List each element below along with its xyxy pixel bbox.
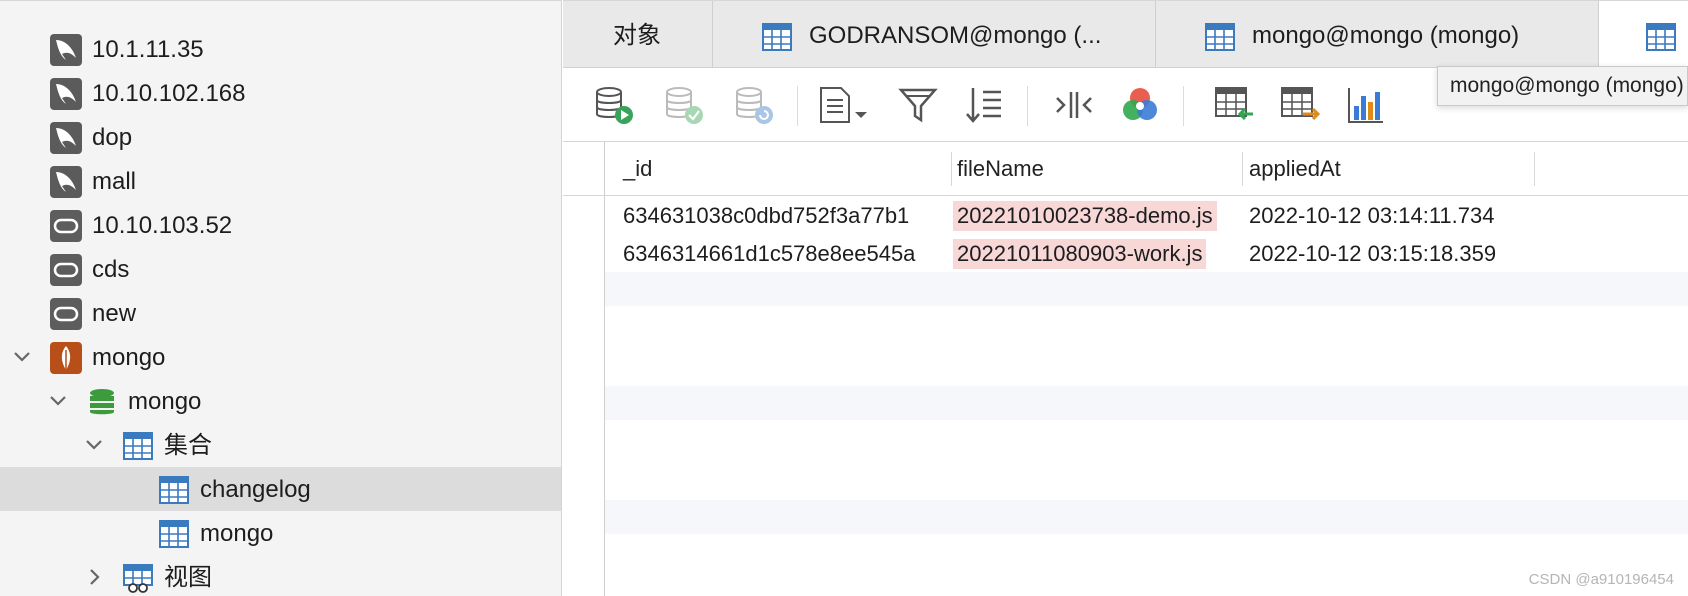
tab-bar: 对象 GODRANSOM@mongo (... mongo@mongo (mon… [563, 0, 1688, 68]
mongodb-icon [50, 342, 82, 374]
mysql-icon [50, 122, 82, 154]
export-table-icon[interactable] [1279, 84, 1321, 126]
table-icon [1205, 23, 1235, 51]
column-header-filename[interactable]: fileName [957, 154, 1044, 184]
column-divider[interactable] [1534, 152, 1535, 186]
tab-tooltip: mongo@mongo (mongo) [1437, 66, 1688, 106]
toolbar-separator [797, 86, 798, 126]
tree-item-connection[interactable]: cds [0, 247, 561, 291]
tree-item-collection-mongo[interactable]: mongo [0, 511, 561, 555]
app-window: 10.1.11.35 10.10.102.168 dop mall 10.10.… [0, 0, 1688, 596]
view-icon [123, 564, 153, 593]
tree-item-connection[interactable]: 10.10.103.52 [0, 203, 561, 247]
data-grid[interactable]: _id fileName appliedAt 634631038c0dbd752… [563, 142, 1688, 596]
tab-label: 对象 [613, 22, 661, 49]
tree-item-label: 10.10.102.168 [92, 80, 246, 107]
tree-item-label: 集合 [164, 432, 212, 459]
mysql-icon [50, 78, 82, 110]
tree-item-label: mall [92, 168, 137, 195]
tree-item-collection-changelog[interactable]: changelog [0, 467, 561, 511]
cell-appliedat[interactable]: 2022-10-12 03:15:18.359 [1249, 239, 1496, 269]
chevron-down-icon[interactable] [82, 433, 106, 457]
row-stripe [563, 500, 1688, 534]
tree-item-label: cds [92, 256, 130, 283]
color-wheel-icon[interactable] [1119, 84, 1161, 126]
toolbar-separator [1027, 86, 1028, 126]
tree-item-label: mongo [92, 344, 166, 371]
oracle-icon [50, 298, 82, 330]
tree-item-connection-mongo[interactable]: mongo [0, 335, 561, 379]
run-query-icon[interactable] [593, 84, 635, 126]
split-view-icon[interactable] [1053, 84, 1095, 126]
row-stripe [563, 386, 1688, 420]
column-header-id[interactable]: _id [623, 154, 652, 184]
cell-filename[interactable]: 20221010023738-demo.js [953, 201, 1217, 231]
tree-item-database[interactable]: mongo [0, 379, 561, 423]
tab-mongo-mongo[interactable]: mongo@mongo (mongo) [1156, 1, 1599, 68]
tab-objects[interactable]: 对象 [563, 1, 713, 68]
import-table-icon[interactable] [1213, 84, 1255, 126]
tab-label: GODRANSOM@mongo (... [809, 22, 1102, 49]
document-menu-icon[interactable] [815, 84, 875, 126]
column-divider[interactable] [1242, 152, 1243, 186]
tree-item-connection[interactable]: 10.1.11.35 [0, 27, 561, 71]
table-icon [159, 476, 189, 504]
connection-tree[interactable]: 10.1.11.35 10.10.102.168 dop mall 10.10.… [0, 0, 562, 596]
tree-item-connection[interactable]: dop [0, 115, 561, 159]
column-header-appliedat[interactable]: appliedAt [1249, 154, 1341, 184]
grid-header: _id fileName appliedAt [563, 142, 1688, 196]
chevron-down-icon[interactable] [46, 389, 70, 413]
tree-item-label: mongo [200, 520, 274, 547]
cell-id[interactable]: 6346314661d1c578e8ee545a [623, 239, 915, 269]
table-icon [1646, 23, 1676, 51]
cell-appliedat[interactable]: 2022-10-12 03:14:11.734 [1249, 201, 1494, 231]
tab-active[interactable] [1599, 1, 1688, 68]
tree-item-label: changelog [200, 476, 311, 503]
row-stripe [563, 272, 1688, 306]
tree-item-connection[interactable]: mall [0, 159, 561, 203]
tree-item-connection[interactable]: new [0, 291, 561, 335]
chart-icon[interactable] [1345, 84, 1387, 126]
cell-filename[interactable]: 20221011080903-work.js [953, 239, 1207, 269]
tree-item-views-folder[interactable]: 视图 [0, 555, 561, 596]
toolbar-separator [1183, 86, 1184, 126]
table-row[interactable]: 6346314661d1c578e8ee545a 20221011080903-… [563, 235, 1688, 273]
tree-item-collections-folder[interactable]: 集合 [0, 423, 561, 467]
filter-icon[interactable] [897, 84, 939, 126]
apply-icon[interactable] [663, 84, 705, 126]
refresh-icon[interactable] [733, 84, 775, 126]
mysql-icon [50, 166, 82, 198]
tree-item-label: 10.10.103.52 [92, 212, 233, 239]
table-icon [159, 520, 189, 548]
oracle-icon [50, 210, 82, 242]
tree-item-label: 视图 [164, 564, 212, 591]
cell-id[interactable]: 634631038c0dbd752f3a77b1 [623, 201, 909, 231]
tree-item-connection[interactable]: 10.10.102.168 [0, 71, 561, 115]
oracle-icon [50, 254, 82, 286]
table-icon [762, 23, 792, 51]
mysql-icon [50, 34, 82, 66]
database-icon [90, 389, 114, 415]
column-divider[interactable] [951, 152, 952, 186]
table-row[interactable]: 634631038c0dbd752f3a77b1 20221010023738-… [563, 197, 1688, 235]
chevron-down-icon[interactable] [10, 345, 34, 369]
tree-item-label: 10.1.11.35 [92, 36, 204, 63]
watermark: CSDN @a910196454 [1528, 571, 1674, 588]
chevron-right-icon[interactable] [82, 565, 106, 589]
tab-label: mongo@mongo (mongo) [1252, 22, 1520, 49]
tree-item-label: mongo [128, 388, 202, 415]
tab-godransom[interactable]: GODRANSOM@mongo (... [713, 1, 1156, 68]
tree-item-label: dop [92, 124, 133, 151]
table-icon [123, 432, 153, 460]
tree-item-label: new [92, 300, 137, 327]
sort-icon[interactable] [963, 84, 1005, 126]
